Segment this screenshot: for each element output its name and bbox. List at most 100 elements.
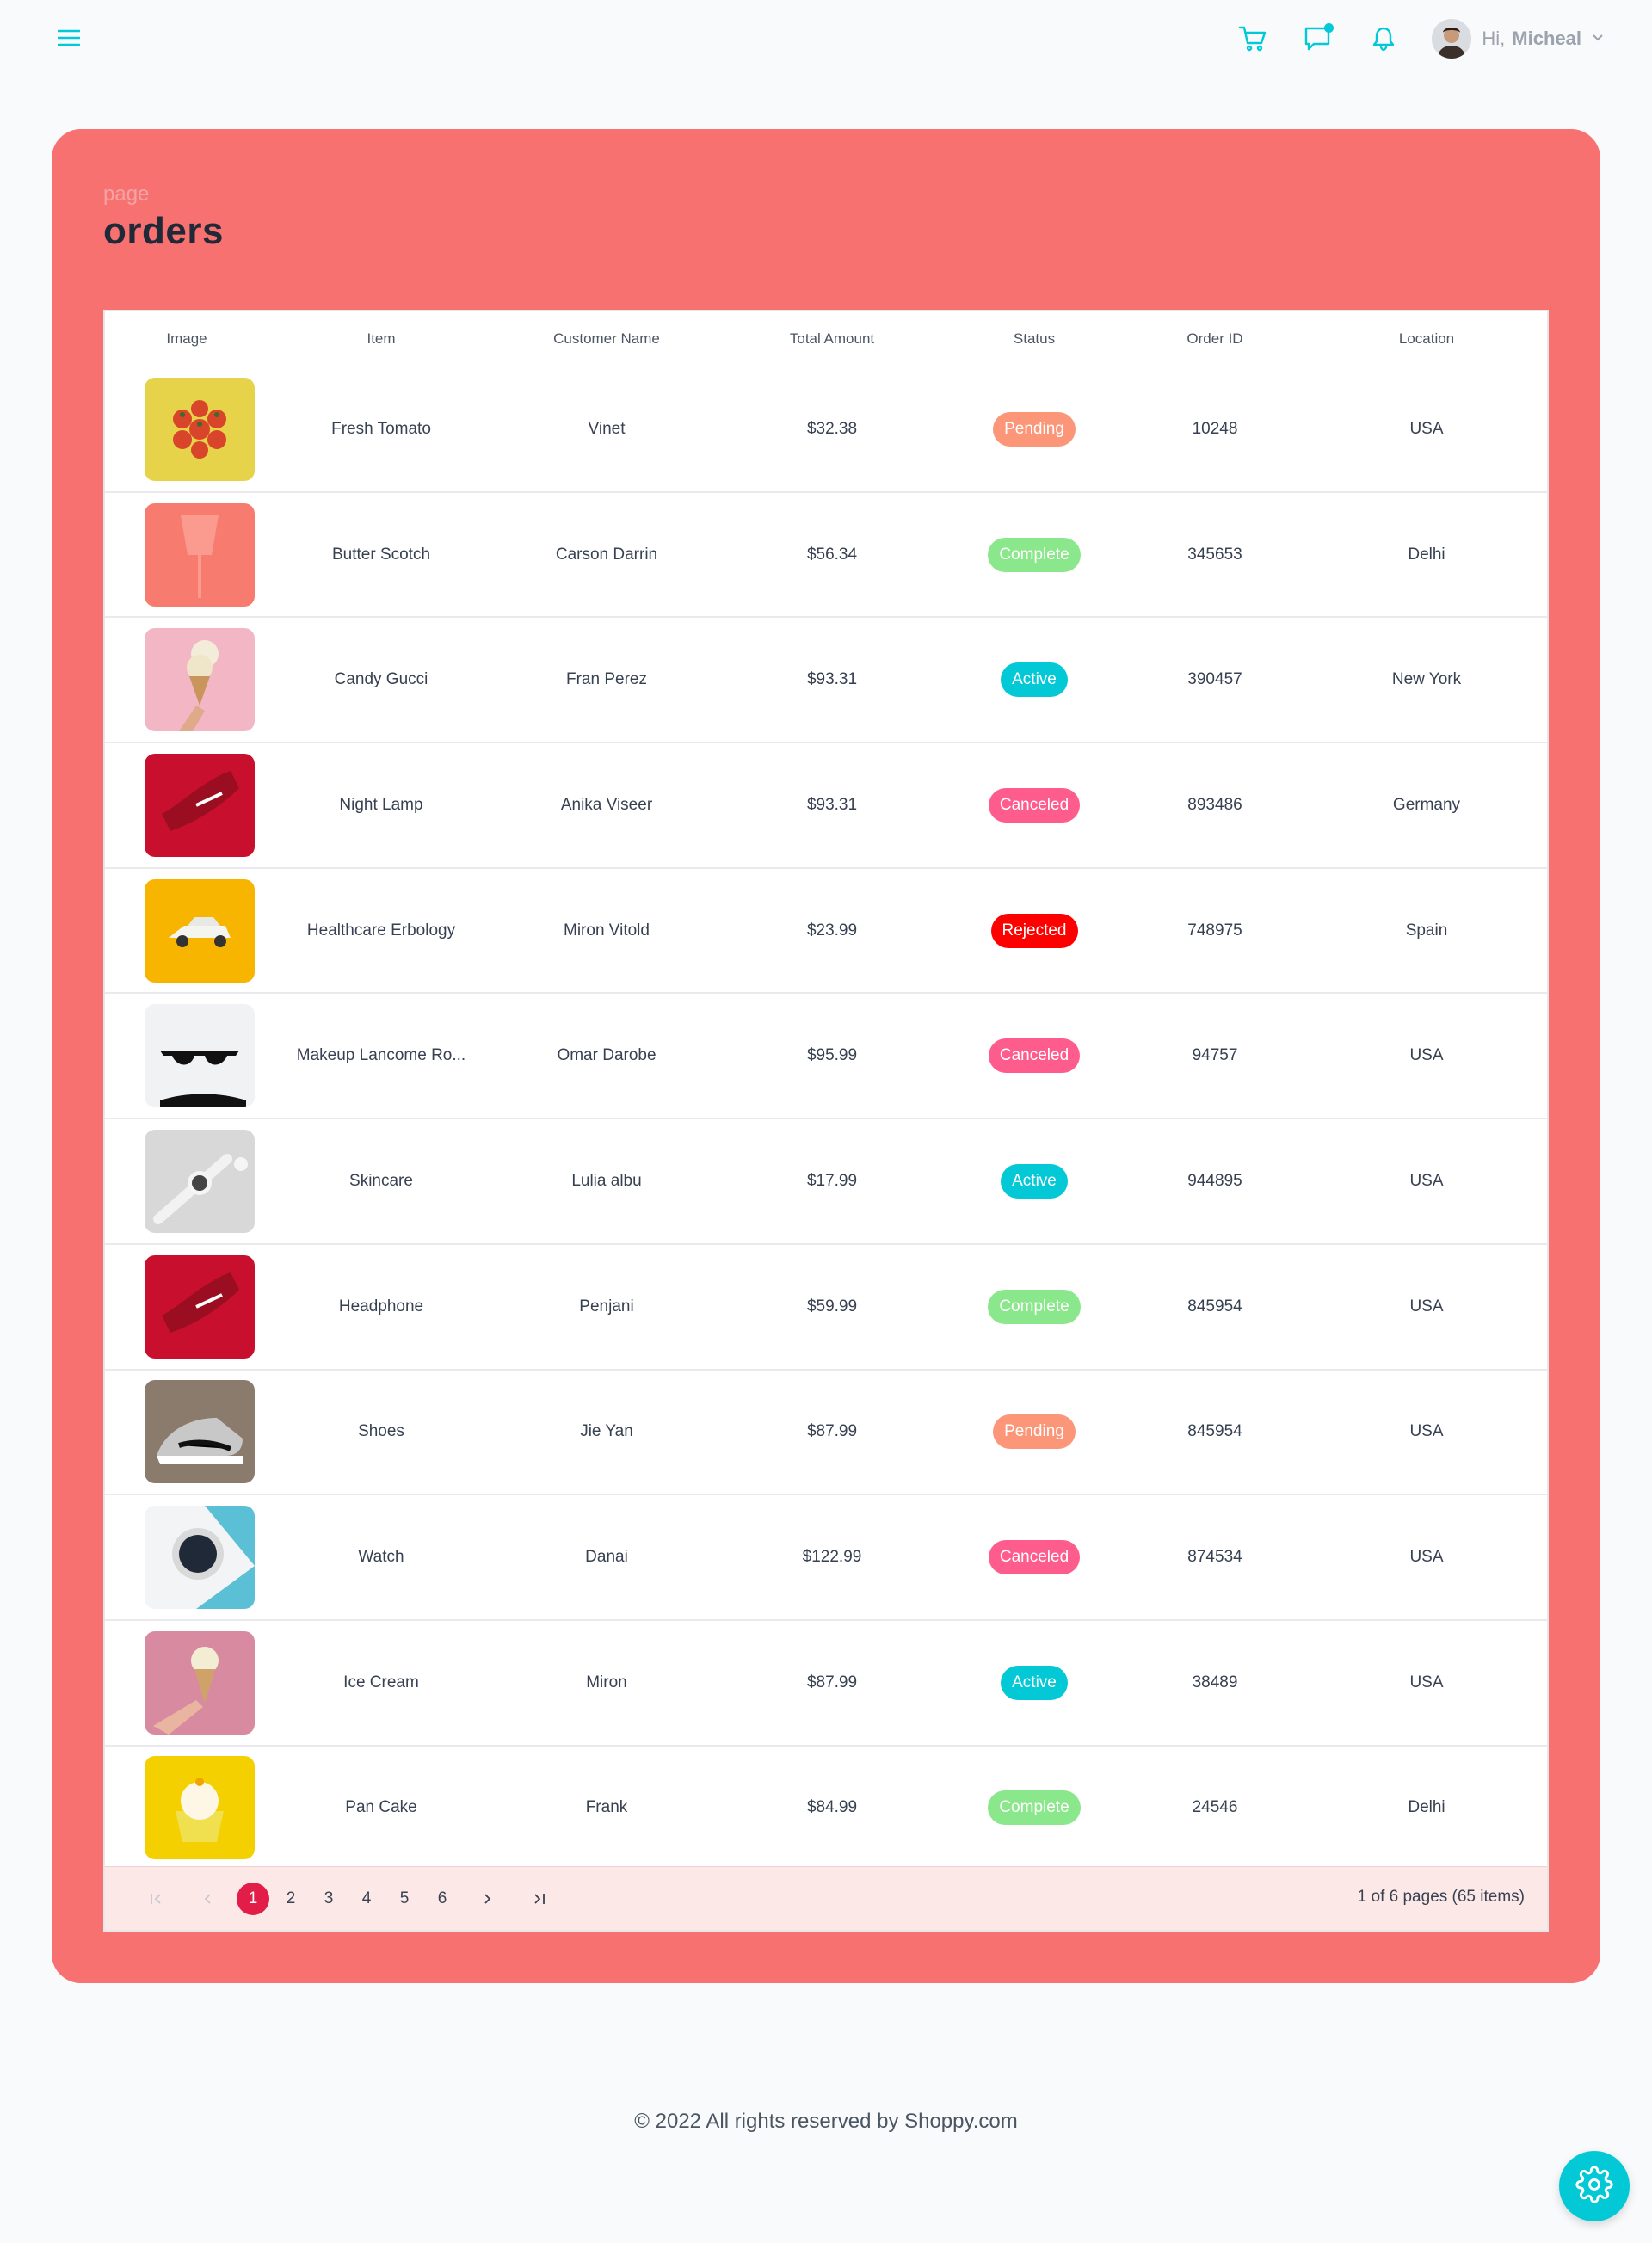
image-cell: [105, 617, 268, 744]
top-navbar: Hi, Micheal: [0, 0, 1652, 77]
page-button-3[interactable]: 3: [310, 1883, 348, 1915]
status-cell: Rejected: [945, 867, 1124, 995]
item-cell: Pan Cake: [268, 1745, 494, 1872]
table-row[interactable]: Night Lamp Anika Viseer $93.31 Canceled 8934…: [105, 743, 1547, 869]
status-cell: Canceled: [945, 743, 1124, 869]
item-cell: Healthcare Erbology: [268, 867, 494, 995]
first-page-icon[interactable]: [131, 1883, 182, 1915]
location-cell: USA: [1306, 1118, 1547, 1245]
last-page-icon[interactable]: [513, 1883, 564, 1915]
column-header-total-amount[interactable]: Total Amount: [719, 311, 945, 367]
column-header-status[interactable]: Status: [945, 311, 1124, 367]
location-cell: USA: [1306, 993, 1547, 1120]
total-amount-cell: $122.99: [719, 1494, 945, 1621]
customer-name-cell: Frank: [494, 1745, 719, 1872]
image-cell: [105, 1619, 268, 1747]
location-cell: Spain: [1306, 867, 1547, 995]
settings-button[interactable]: [1559, 2151, 1630, 2221]
customer-name-cell: Danai: [494, 1494, 719, 1621]
page-button-2[interactable]: 2: [272, 1883, 310, 1915]
item-cell: Fresh Tomato: [268, 367, 494, 493]
table-header-row: Image Item Customer Name Total Amount St…: [105, 311, 1547, 367]
item-cell: Shoes: [268, 1369, 494, 1496]
order-id-cell: 893486: [1124, 743, 1306, 869]
order-id-cell: 748975: [1124, 867, 1306, 995]
column-header-image[interactable]: Image: [105, 311, 268, 367]
healthcare-erbology-image: [145, 878, 255, 983]
order-id-cell: 345653: [1124, 491, 1306, 619]
table-row[interactable]: Shoes Jie Yan $87.99 Pending 845954 USA: [105, 1369, 1547, 1496]
table-row[interactable]: Healthcare Erbology Miron Vitold $23.99 Rej…: [105, 867, 1547, 995]
cart-icon[interactable]: [1236, 22, 1270, 56]
image-cell: [105, 1118, 268, 1245]
menu-icon[interactable]: [55, 24, 83, 52]
column-header-item[interactable]: Item: [268, 311, 494, 367]
makeup-lancome-image: [145, 1004, 255, 1108]
status-badge: Pending: [993, 1414, 1076, 1450]
table-row[interactable]: Fresh Tomato Vinet $32.38 Pending 10248 USA: [105, 367, 1547, 493]
status-badge: Complete: [988, 1289, 1081, 1324]
location-cell: USA: [1306, 1243, 1547, 1371]
order-id-cell: 10248: [1124, 367, 1306, 493]
table-row[interactable]: Butter Scotch Carson Darrin $56.34 Complete…: [105, 491, 1547, 619]
image-cell: [105, 1745, 268, 1872]
image-cell: [105, 1494, 268, 1621]
item-cell: Night Lamp: [268, 743, 494, 869]
item-cell: Candy Gucci: [268, 617, 494, 744]
location-cell: USA: [1306, 1619, 1547, 1747]
status-badge: Canceled: [988, 787, 1081, 823]
page-category-label: page: [103, 182, 150, 206]
table-row[interactable]: Skincare Lulia albu $17.99 Active 944895 USA: [105, 1118, 1547, 1245]
column-header-order-id[interactable]: Order ID: [1124, 311, 1306, 367]
status-cell: Active: [945, 617, 1124, 744]
notification-bell-icon[interactable]: [1366, 22, 1401, 56]
status-badge: Rejected: [990, 913, 1078, 948]
customer-name-cell: Lulia albu: [494, 1118, 719, 1245]
user-profile-menu[interactable]: Hi, Micheal: [1432, 19, 1604, 59]
watch-image: [145, 1506, 255, 1610]
page-title: orders: [103, 210, 224, 252]
order-id-cell: 845954: [1124, 1243, 1306, 1371]
next-page-icon[interactable]: [461, 1883, 513, 1915]
status-badge: Complete: [988, 537, 1081, 572]
status-cell: Canceled: [945, 993, 1124, 1120]
item-cell: Makeup Lancome Ro...: [268, 993, 494, 1120]
customer-name-cell: Jie Yan: [494, 1369, 719, 1496]
pagination-bar: 1 2 3 4 5 6 1 of 6 pages (65 items): [105, 1866, 1547, 1930]
customer-name-cell: Miron: [494, 1619, 719, 1747]
status-cell: Canceled: [945, 1494, 1124, 1621]
page-button-4[interactable]: 4: [348, 1883, 385, 1915]
table-row[interactable]: Watch Danai $122.99 Canceled 874534 USA: [105, 1494, 1547, 1621]
user-name: Micheal: [1512, 28, 1581, 49]
location-cell: New York: [1306, 617, 1547, 744]
customer-name-cell: Omar Darobe: [494, 993, 719, 1120]
greeting-text: Hi,: [1482, 28, 1506, 49]
ice-cream-image: [145, 1630, 255, 1735]
order-id-cell: 94757: [1124, 993, 1306, 1120]
item-cell: Headphone: [268, 1243, 494, 1371]
page-button-5[interactable]: 5: [385, 1883, 423, 1915]
table-row[interactable]: Pan Cake Frank $84.99 Complete 24546 Delhi: [105, 1745, 1547, 1872]
image-cell: [105, 993, 268, 1120]
customer-name-cell: Miron Vitold: [494, 867, 719, 995]
table-row[interactable]: Ice Cream Miron $87.99 Active 38489 USA: [105, 1619, 1547, 1747]
item-cell: Butter Scotch: [268, 491, 494, 619]
table-row[interactable]: Makeup Lancome Ro... Omar Darobe $95.99 Can…: [105, 993, 1547, 1120]
column-header-customer-name[interactable]: Customer Name: [494, 311, 719, 367]
page-button-1[interactable]: 1: [234, 1883, 272, 1915]
table-row[interactable]: Candy Gucci Fran Perez $93.31 Active 390457 N…: [105, 617, 1547, 744]
customer-name-cell: Carson Darrin: [494, 491, 719, 619]
status-badge: Active: [1001, 662, 1068, 698]
status-cell: Complete: [945, 1243, 1124, 1371]
chat-icon[interactable]: [1301, 22, 1335, 56]
previous-page-icon[interactable]: [182, 1883, 234, 1915]
table-row[interactable]: Headphone Penjani $59.99 Complete 845954 USA: [105, 1243, 1547, 1371]
total-amount-cell: $23.99: [719, 867, 945, 995]
total-amount-cell: $93.31: [719, 617, 945, 744]
status-badge: Complete: [988, 1790, 1081, 1826]
page-button-6[interactable]: 6: [423, 1883, 461, 1915]
location-cell: USA: [1306, 367, 1547, 493]
avatar: [1432, 19, 1472, 59]
column-header-location[interactable]: Location: [1306, 311, 1547, 367]
footer-copyright: © 2022 All rights reserved by Shoppy.com: [634, 2110, 1018, 2133]
